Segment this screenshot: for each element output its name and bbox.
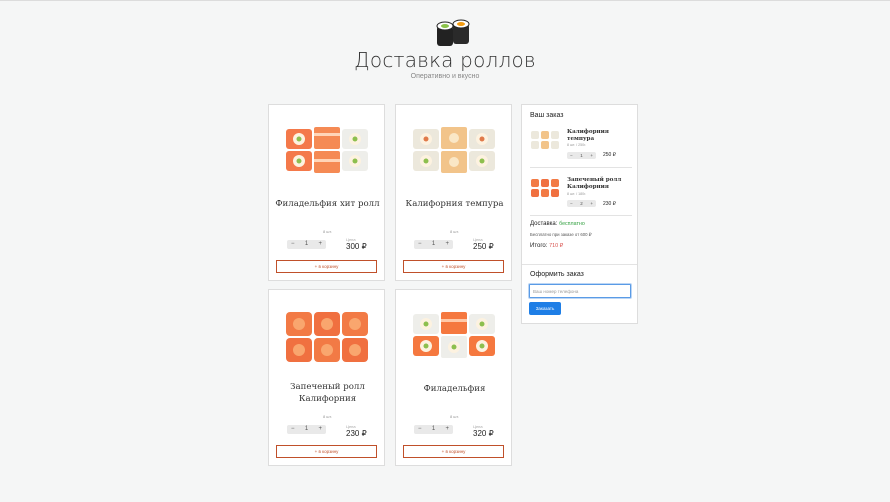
price-block: Цена 320 ₽ [473,424,503,438]
order-panel: Ваш заказ Калифорния темпура 8 шт. / 250… [521,104,638,324]
product-card: Запеченый ролл Калифорния 8 шт. − 1 + Це… [268,289,385,466]
minus-button[interactable]: − [570,153,573,158]
divider [530,215,632,216]
order-item-name: Запеченый ролл Калифорния [567,177,622,190]
add-to-cart-button[interactable]: + в корзину [276,260,377,273]
page-title: Доставка роллов [354,48,536,72]
roll-photo [413,127,495,173]
quantity-value: 1 [431,241,436,247]
sushi-logo-icon [436,19,470,46]
plus-button[interactable]: + [445,425,449,434]
phone-input[interactable] [529,284,631,298]
price-block: Цена 230 ₽ [346,424,376,438]
order-title: Ваш заказ [530,112,564,119]
delivery-line: Доставка: бесплатно [530,221,585,227]
add-to-cart-button[interactable]: + в корзину [403,260,504,273]
product-weight: 8 шт. [322,414,333,419]
product-name: Филадельфия [423,384,486,394]
delivery-value: бесплатно [559,221,585,227]
section-divider [522,264,637,265]
product-name: Калифорния темпура [405,199,504,209]
plus-button[interactable]: + [445,240,449,249]
product-name: Запеченый ролл Калифорния [290,382,365,404]
quantity-stepper[interactable]: − 1 + [414,425,453,434]
quantity-value: 1 [304,426,309,432]
product-card: Филадельфия хит ролл 8 шт. − 1 + Цена 30… [268,104,385,281]
order-item-meta: 8 шт. / 250г. [567,143,586,147]
price-value: 230 ₽ [346,429,367,438]
page-subtitle: Оперативно и вкусно [410,73,480,80]
order-item-photo [531,179,559,197]
order-item-price: 250 ₽ [603,152,616,158]
quantity-stepper[interactable]: − 1 + [287,240,326,249]
plus-button[interactable]: + [590,201,593,206]
product-weight: 8 шт. [322,229,333,234]
order-quantity-stepper[interactable]: − 2 + [567,200,596,207]
order-item: Калифорния темпура 8 шт. / 250г. − 1 + 2… [530,129,632,161]
minus-button[interactable]: − [418,240,422,249]
product-card: Филадельфия 8 шт. − 1 + Цена 320 ₽ + в к… [395,289,512,466]
total-label: Итого: [530,243,548,249]
quantity-value: 2 [580,201,583,206]
plus-button[interactable]: + [590,153,593,158]
minus-button[interactable]: − [291,425,295,434]
plus-button[interactable]: + [318,240,322,249]
price-value: 250 ₽ [473,242,494,251]
quantity-value: 1 [304,241,309,247]
order-item-photo [531,131,559,149]
plus-button[interactable]: + [318,425,322,434]
product-weight: 8 шт. [449,229,460,234]
roll-photo [286,312,368,362]
quantity-value: 1 [431,426,436,432]
order-item-price: 230 ₽ [603,201,616,207]
add-to-cart-button[interactable]: + в корзину [276,445,377,458]
add-to-cart-button[interactable]: + в корзину [403,445,504,458]
submit-order-button[interactable]: Заказать [529,302,561,315]
roll-photo [286,127,368,173]
quantity-stepper[interactable]: − 1 + [414,240,453,249]
free-delivery-note: Бесплатно при заказе от 600 ₽ [530,232,592,237]
total-value: 710 ₽ [549,243,564,249]
total-line: Итого: 710 ₽ [530,243,563,249]
price-value: 300 ₽ [346,242,367,251]
order-item: Запеченый ролл Калифорния 8 шт. / 180г. … [530,177,632,209]
roll-photo [413,312,495,358]
divider [530,167,632,168]
product-card: Калифорния темпура 8 шт. − 1 + Цена 250 … [395,104,512,281]
price-block: Цена 300 ₽ [346,237,376,251]
checkout-title: Оформить заказ [530,271,584,278]
order-quantity-stepper[interactable]: − 1 + [567,152,596,159]
quantity-value: 1 [580,153,583,158]
order-item-name: Калифорния темпура [567,129,609,142]
order-item-meta: 8 шт. / 180г. [567,192,586,196]
quantity-stepper[interactable]: − 1 + [287,425,326,434]
minus-button[interactable]: − [291,240,295,249]
minus-button[interactable]: − [570,201,573,206]
minus-button[interactable]: − [418,425,422,434]
price-value: 320 ₽ [473,429,494,438]
delivery-label: Доставка: [530,221,558,227]
product-weight: 8 шт. [449,414,460,419]
price-block: Цена 250 ₽ [473,237,503,251]
product-name: Филадельфия хит ролл [275,199,380,209]
